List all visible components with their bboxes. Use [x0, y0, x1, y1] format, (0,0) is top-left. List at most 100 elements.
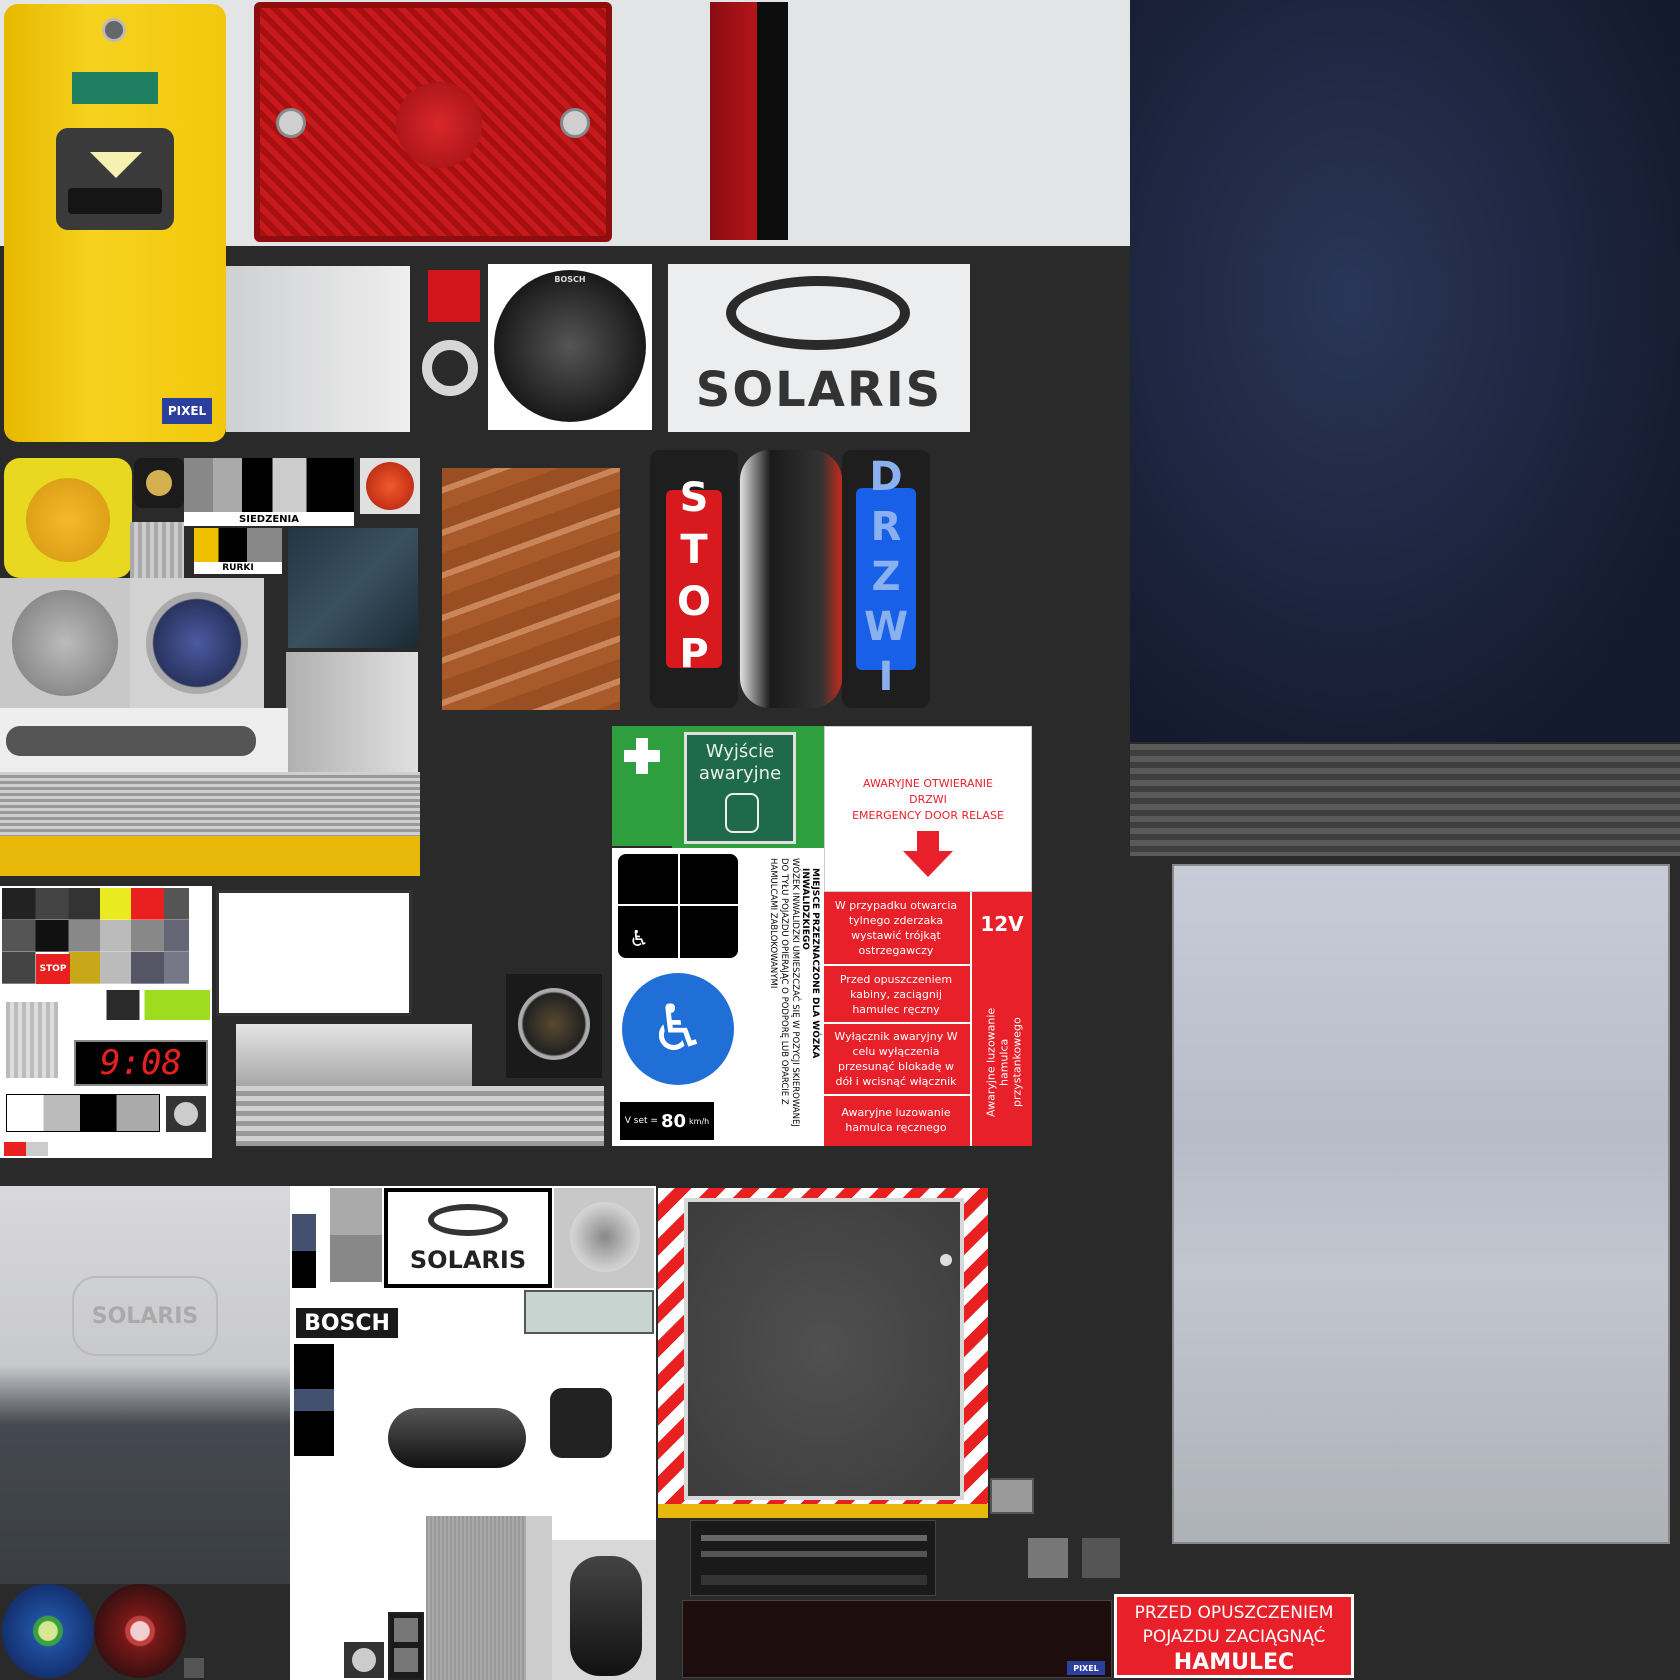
grey-tube: [526, 1516, 552, 1680]
red-square: [428, 270, 480, 322]
validator-brand: PIXEL: [162, 398, 212, 424]
arrow-down-icon: [917, 831, 939, 851]
bosch-label: BOSCH: [296, 1308, 398, 1338]
brake-line3: HAMULEC: [1173, 1649, 1295, 1675]
screw-icon: [344, 1642, 384, 1678]
stop-chip: STOP: [36, 954, 70, 984]
screw-icon: [276, 108, 306, 138]
wheelchair-body: WÓZEK INWALIDZKI UMIESZCZAĆ SIĘ W POZYCJ…: [768, 858, 800, 1127]
wheelchair-circle-icon: ♿: [622, 973, 734, 1085]
bosch-speaker: BOSCH: [488, 264, 652, 430]
solaris-emblem-icon: [726, 276, 910, 350]
light-unit: [524, 1290, 654, 1334]
warning-panel: W przypadku otwarcia tylnego zderzaka wy…: [824, 892, 1032, 1146]
exit-line1: Wyjście: [705, 740, 775, 762]
stop-button[interactable]: STOP: [666, 475, 722, 683]
clock-time: 9:08: [100, 1043, 182, 1083]
frosted-glass-panel: [1172, 864, 1670, 1544]
emergency-door-sign: AWARYJNE OTWIERANIE DRZWI EMERGENCY DOOR…: [824, 726, 1032, 892]
door-line3: EMERGENCY DOOR RELASE: [852, 808, 1004, 822]
door-button[interactable]: DRZWI: [856, 454, 916, 704]
exit-line2: awaryjne: [698, 762, 782, 784]
red-grey-chip: [4, 1142, 48, 1156]
wheelchair-text-plate: MIEJSCE PRZEZNACZONE DLA WÓZKA INWALIDZK…: [744, 848, 824, 1146]
stop-button-housing: STOP: [650, 450, 738, 708]
red-reflector: [254, 2, 612, 242]
white-frame: [216, 890, 412, 1016]
lime-swatches: [74, 990, 210, 1020]
yellow-edge-strip: [0, 836, 420, 876]
voltage-label: 12V: [980, 912, 1024, 936]
ribbed-panel: [130, 522, 184, 578]
small-button: [134, 458, 184, 508]
dark-chip-column: [294, 1344, 334, 1456]
warning-cabin: Przed opuszczeniem kabiny, zaciągnij ham…: [839, 972, 953, 1016]
red-indicator-button: [360, 458, 420, 514]
dark-chips: [388, 1612, 424, 1680]
lock-cylinder: [0, 578, 130, 708]
grey-swatches: [6, 1094, 160, 1132]
solaris-logo-small: SOLARIS: [384, 1188, 552, 1288]
speed-value: 80: [660, 1110, 687, 1132]
door-line2: DRZWI: [909, 792, 947, 806]
grey-panel: [226, 266, 410, 432]
solaris-logo-panel: SOLARIS: [668, 264, 970, 432]
ribbed-sample: [6, 1002, 58, 1078]
blue-indicator-light: [2, 1584, 94, 1678]
wheelchair-sign: ♿: [612, 964, 744, 1094]
ticket-validator: PIXEL: [4, 4, 226, 442]
seat-fabric-texture: [1130, 0, 1680, 742]
wiper-panel: [690, 1520, 936, 1596]
speed-unit: km/h: [689, 1116, 710, 1126]
perforated-strip: [0, 772, 420, 836]
solaris-wordmark: SOLARIS: [695, 362, 943, 418]
speed-prefix: V set =: [624, 1116, 658, 1126]
first-aid-sign: [612, 726, 672, 846]
display-badge: PIXEL: [1067, 1661, 1105, 1675]
door-line1: AWARYJNE OTWIERANIE: [863, 776, 993, 790]
ticket-slot: [68, 188, 162, 214]
clock-display: 9:08: [74, 1040, 208, 1086]
solaris-emblem-icon: [428, 1204, 508, 1236]
brake-line1: PRZED OPUSZCZENIEM: [1134, 1603, 1334, 1623]
seats-label: SIEDZENIA: [184, 512, 354, 526]
validator-display: [72, 72, 158, 104]
grey-chips: [330, 1188, 382, 1282]
brake-sign: PRZED OPUSZCZENIEM POJAZDU ZACIĄGNĄĆ HAM…: [1114, 1594, 1354, 1678]
metal-bracket: [286, 652, 418, 772]
floor-hatch: [658, 1188, 988, 1518]
yellow-button-panel: [4, 458, 132, 578]
validator-screw-icon: [102, 18, 126, 42]
hatch-surface: [688, 1202, 960, 1496]
yellow-knob: [26, 478, 110, 562]
ridged-strip: [1130, 744, 1680, 856]
grey-ring: [422, 340, 478, 396]
wheelchair-title: MIEJSCE PRZEZNACZONE DLA WÓZKA INWALIDZK…: [800, 868, 820, 1059]
wheelchair-icon: ♿: [629, 926, 649, 952]
power-socket: [506, 974, 602, 1078]
validator-slot: [56, 128, 174, 230]
door-button-housing: DRZWI: [842, 450, 930, 708]
red-indicator-light: [94, 1584, 186, 1678]
button-side-profile: [740, 450, 842, 708]
solaris-mid-wordmark: SOLARIS: [409, 1246, 527, 1274]
side-marker-light: [710, 2, 788, 240]
seat-logo: SOLARIS: [72, 1276, 218, 1356]
stop-brake-label: Awaryjne luzowanie hamulca przystankoweg…: [984, 1007, 1024, 1117]
mirror: [386, 1386, 626, 1472]
hatch-marker: [940, 1254, 952, 1266]
arrow-down-icon: [90, 152, 142, 178]
hinge-texture: [288, 528, 418, 648]
grey-square: [184, 1658, 204, 1678]
wheelchair-grid-sign: ♿: [612, 848, 744, 964]
reflector-lens: [396, 82, 482, 168]
grey-tile: [1082, 1538, 1120, 1578]
speaker-grille: [494, 270, 646, 422]
tube-swatches: [194, 528, 282, 564]
navy-chips: [292, 1214, 316, 1288]
plus-icon-vertical: [636, 738, 648, 774]
swatch-grid: [2, 888, 210, 984]
brake-line2: POJAZDU ZACIĄGNĄĆ: [1142, 1627, 1326, 1647]
joystick: [552, 1540, 656, 1680]
warning-bumper: W przypadku otwarcia tylnego zderzaka wy…: [834, 899, 958, 957]
